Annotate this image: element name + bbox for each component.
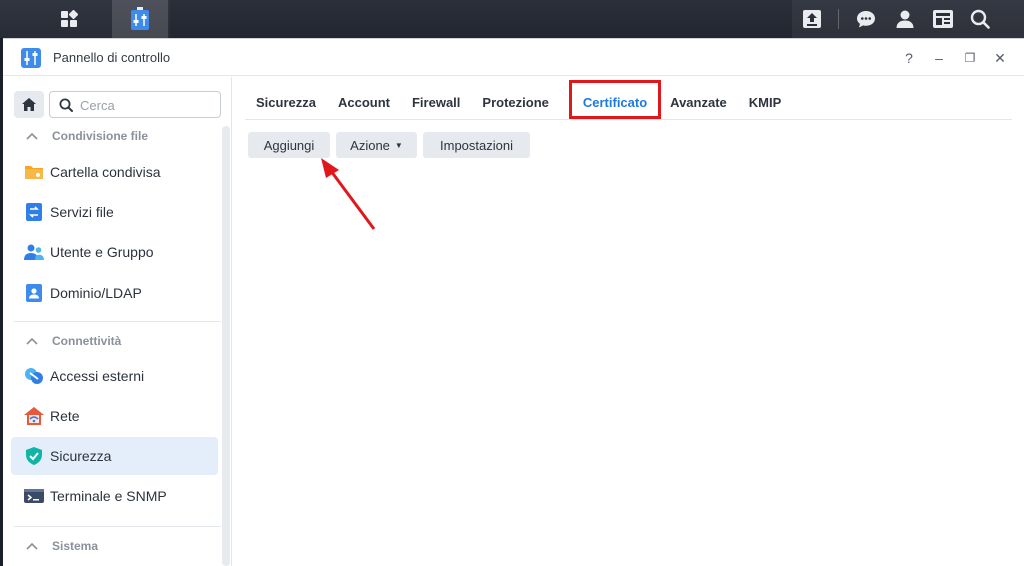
upload-icon [803,10,821,28]
domain-icon [26,284,42,302]
tab-bar: Sicurezza Account Firewall Protezione Ce… [245,88,792,118]
users-icon [24,244,44,260]
control-panel-icon [131,7,149,30]
help-button[interactable]: ? [898,47,920,69]
tab-account[interactable]: Account [327,88,401,116]
highlight-box [569,80,661,119]
shield-icon [26,447,42,465]
sidebar-item-label: Rete [50,408,80,424]
sidebar-item-terminal-snmp[interactable]: Terminale e SNMP [11,477,218,515]
widgets-icon [933,10,953,28]
sidebar-item-shared-folder[interactable]: Cartella condivisa [11,153,218,191]
minimize-button[interactable]: – [928,47,950,69]
sidebar-scrollbar[interactable] [222,126,230,566]
home-icon [22,98,36,111]
main-menu-button[interactable] [41,0,97,38]
search-icon [59,98,73,112]
upload-tray-button[interactable] [792,0,832,38]
section-header-file-sharing[interactable]: Condivisione file [26,129,148,143]
restore-button[interactable]: ❐ [959,47,981,69]
sidebar-item-label: Terminale e SNMP [50,488,167,504]
sidebar-item-file-services[interactable]: Servizi file [11,193,218,231]
taskbar-control-panel-button[interactable] [112,0,168,38]
chevron-up-icon [26,132,38,140]
sidebar-item-label: Accessi esterni [50,368,145,384]
tab-security[interactable]: Sicurezza [245,88,327,116]
divider [14,526,221,527]
chevron-up-icon [26,337,38,345]
sidebar-item-users-groups[interactable]: Utente e Gruppo [11,233,218,271]
window-titlebar[interactable]: Pannello di controllo ? – ❐ ✕ [3,39,1024,76]
folder-icon [25,166,43,179]
tab-bar-divider [245,119,1012,120]
sidebar-item-label: Servizi file [50,204,114,220]
search-icon [970,9,990,29]
action-dropdown-button[interactable]: Azione ▼ [336,132,417,158]
sidebar-item-security[interactable]: Sicurezza [11,437,218,475]
add-button[interactable]: Aggiungi [248,132,330,158]
taskbar [0,0,1024,38]
control-panel-icon [21,48,41,68]
settings-button[interactable]: Impostazioni [423,132,530,158]
chat-bubble-icon [857,11,875,28]
action-label: Azione [350,137,390,153]
section-label: Sistema [52,539,99,553]
taskbar-right [792,0,1024,38]
terminal-icon [24,489,44,503]
tab-advanced[interactable]: Avanzate [659,88,738,116]
sidebar-item-label: Sicurezza [50,448,112,464]
divider [14,321,221,322]
file-services-icon [26,203,42,221]
tab-firewall[interactable]: Firewall [401,88,471,116]
global-search-button[interactable] [960,0,1000,38]
grid-icon [61,10,78,27]
taskbar-left [0,0,170,38]
search-input[interactable] [80,96,215,114]
sidebar-item-label: Utente e Gruppo [50,244,154,260]
section-header-connectivity[interactable]: Connettività [26,334,121,348]
section-label: Condivisione file [52,129,149,143]
network-icon [24,407,44,425]
caret-down-icon: ▼ [394,140,403,150]
sidebar-item-external-access[interactable]: Accessi esterni [11,357,218,395]
notifications-button[interactable] [846,0,886,38]
user-icon [896,10,914,28]
chevron-up-icon [26,542,38,550]
sidebar-item-domain-ldap[interactable]: Dominio/LDAP [11,274,218,312]
sidebar-item-network[interactable]: Rete [11,397,218,435]
external-access-icon [25,368,43,384]
tab-kmip[interactable]: KMIP [738,88,793,116]
user-menu-button[interactable] [885,0,925,38]
sidebar-item-label: Cartella condivisa [50,164,161,180]
home-button[interactable] [14,91,44,118]
section-header-system[interactable]: Sistema [26,539,98,553]
widgets-button[interactable] [923,0,963,38]
search-box[interactable] [49,91,221,118]
tab-protection[interactable]: Protezione [471,88,559,116]
sidebar-item-label: Dominio/LDAP [50,285,142,301]
close-button[interactable]: ✕ [989,47,1011,69]
section-label: Connettività [52,334,122,348]
window-title: Pannello di controllo [53,50,171,65]
